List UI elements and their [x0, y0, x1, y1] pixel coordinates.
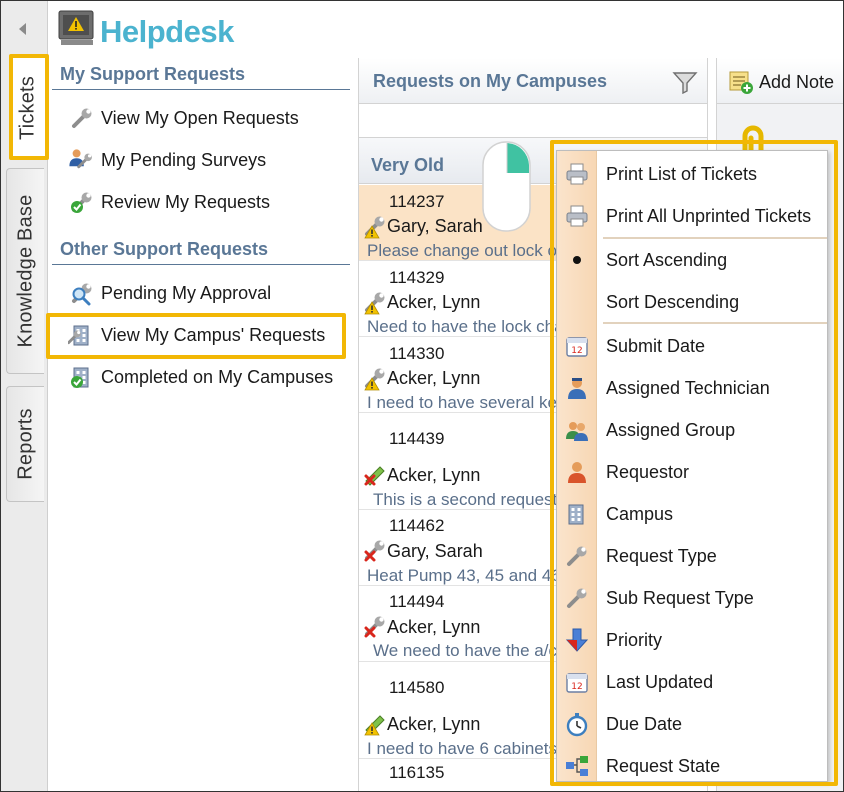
menu-item-submit-date[interactable]: Submit Date — [557, 325, 827, 367]
nav-view-my-open-requests[interactable]: View My Open Requests — [68, 103, 299, 133]
wrench-error-icon — [364, 538, 387, 562]
building-check-icon — [70, 367, 89, 389]
magnifier-icon — [72, 281, 94, 306]
menu-item-sort-ascending[interactable]: Sort Ascending — [557, 239, 827, 281]
wrench-icon — [567, 544, 589, 566]
menu-item-print-list-of-tickets[interactable]: Print List of Tickets — [557, 153, 827, 195]
requests-search-bar[interactable] — [359, 104, 707, 138]
tab-tickets[interactable]: Tickets — [10, 58, 46, 158]
flow-icon — [566, 756, 588, 776]
nav-my-pending-surveys[interactable]: My Pending Surveys — [68, 145, 266, 175]
app-title: Helpdesk — [100, 14, 234, 49]
requests-list-title: Requests on My Campuses — [373, 71, 608, 91]
filter-funnel-icon[interactable] — [672, 70, 698, 94]
add-note-button[interactable]: Add Note — [717, 58, 844, 104]
menu-item-requestor[interactable]: Requestor — [557, 451, 827, 493]
building-icon — [568, 504, 584, 525]
mouse-right-click-icon — [482, 141, 531, 232]
warning-wrench-icon — [364, 366, 387, 391]
menu-item-due-date[interactable]: Due Date — [557, 703, 827, 745]
priority-arrow-icon — [565, 628, 589, 652]
printer-icon — [566, 205, 588, 227]
menu-separator — [603, 322, 827, 324]
sort-print-context-menu: Print List of Tickets Print All Unprinte… — [556, 150, 828, 782]
menu-item-assigned-technician[interactable]: Assigned Technician — [557, 367, 827, 409]
user-wrench-icon — [69, 149, 94, 169]
menu-item-request-type[interactable]: Request Type — [557, 535, 827, 577]
menu-item-sort-descending[interactable]: Sort Descending — [557, 281, 827, 323]
calendar-icon — [566, 673, 588, 693]
pen-error-icon — [364, 466, 385, 486]
requests-list-header: Requests on My Campuses — [359, 58, 707, 104]
section-other-support-requests: Other Support Requests — [60, 239, 269, 259]
wrench-error-icon — [364, 614, 387, 638]
menu-item-campus[interactable]: Campus — [557, 493, 827, 535]
nav-pending-my-approval[interactable]: Pending My Approval — [68, 278, 271, 308]
building-icon — [68, 325, 89, 346]
collapse-arrow-icon[interactable] — [19, 23, 26, 35]
wrench-icon — [72, 106, 94, 128]
menu-item-priority[interactable]: Priority — [557, 619, 827, 661]
pen-warning-icon — [364, 715, 385, 736]
bullet-icon — [573, 256, 581, 264]
menu-item-sub-request-type[interactable]: Sub Request Type — [557, 577, 827, 619]
requestor-icon — [568, 462, 586, 483]
tab-reports[interactable]: Reports — [6, 386, 44, 502]
warning-wrench-icon — [364, 290, 387, 315]
menu-item-print-all-unprinted-tickets[interactable]: Print All Unprinted Tickets — [557, 195, 827, 237]
wrench-check-icon — [70, 190, 94, 214]
section-my-support-requests: My Support Requests — [60, 64, 246, 84]
section-divider — [52, 264, 350, 265]
menu-item-last-updated[interactable]: Last Updated — [557, 661, 827, 703]
nav-view-my-campus-requests[interactable]: View My Campus' Requests — [68, 320, 325, 350]
section-divider — [52, 89, 350, 90]
menu-item-request-state[interactable]: Request State — [557, 745, 827, 787]
calendar-icon — [566, 337, 588, 357]
menu-item-assigned-group[interactable]: Assigned Group — [557, 409, 827, 451]
nav-review-my-requests[interactable]: Review My Requests — [68, 187, 270, 217]
stopwatch-icon — [566, 713, 588, 737]
tab-knowledge-base[interactable]: Knowledge Base — [6, 168, 44, 374]
group-icon — [566, 422, 588, 441]
helpdesk-logo-icon — [58, 10, 94, 45]
printer-icon — [566, 163, 588, 185]
wrench-icon — [567, 586, 589, 608]
nav-completed-on-my-campuses[interactable]: Completed on My Campuses — [68, 362, 333, 392]
add-note-icon — [729, 71, 753, 94]
warning-wrench-icon — [364, 214, 387, 239]
technician-icon — [568, 378, 586, 399]
